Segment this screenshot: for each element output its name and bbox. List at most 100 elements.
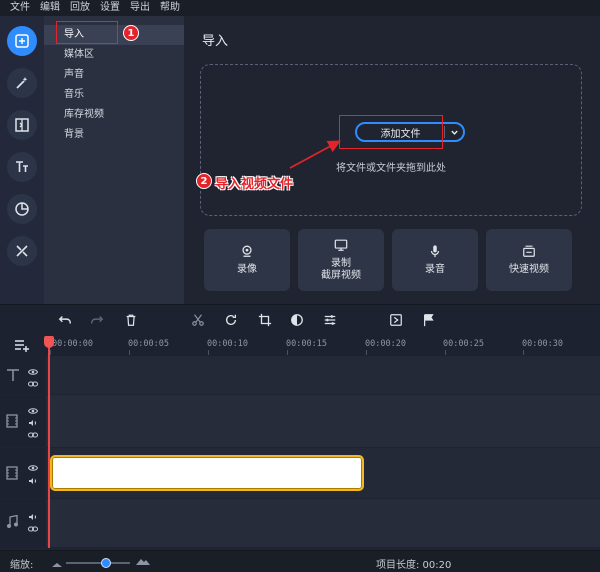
redo-button[interactable]	[90, 313, 104, 327]
menu-file[interactable]: 文件	[10, 0, 30, 16]
link-icon[interactable]	[28, 523, 38, 536]
category-sounds[interactable]: 声音	[44, 65, 184, 85]
ruler-label: 00:00:10	[207, 339, 248, 349]
annotation-number-1: 1	[123, 25, 139, 41]
rail-import-button[interactable]	[7, 26, 37, 56]
frame-export-icon	[390, 314, 402, 326]
magic-wand-icon	[16, 77, 28, 89]
import-panel: 导入 添加文件 将文件或文件夹拖到此处 录像 录制 截屏视频 录音 快速视频	[184, 16, 600, 304]
audio-track-header	[0, 499, 46, 547]
ruler-label: 00:00:20	[365, 339, 406, 349]
crop-button[interactable]	[258, 313, 272, 327]
redo-icon	[91, 316, 104, 324]
ruler-tick	[523, 350, 524, 355]
text-track-header	[0, 356, 46, 394]
tile-label: 录像	[237, 264, 257, 275]
import-icon	[15, 34, 29, 48]
screen-record-icon	[334, 239, 348, 251]
trash-icon	[126, 314, 136, 326]
rail-transitions-button[interactable]	[7, 110, 37, 140]
annotation-box-1	[56, 21, 118, 44]
tile-label: 录制 截屏视频	[321, 258, 361, 281]
chevron-down-icon[interactable]	[445, 128, 463, 137]
quick-video-tile[interactable]: 快速视频	[486, 229, 572, 291]
transitions-icon	[15, 118, 29, 132]
ruler-label: 00:00:00	[52, 339, 93, 349]
ruler-tick	[445, 350, 446, 355]
link-icon[interactable]	[28, 378, 38, 391]
audio-track[interactable]	[46, 499, 600, 547]
link-icon[interactable]	[28, 429, 38, 442]
undo-button[interactable]	[58, 313, 72, 327]
rotate-button[interactable]	[224, 313, 238, 327]
music-note-icon	[6, 514, 18, 532]
video-clip[interactable]	[50, 455, 364, 491]
playhead-line[interactable]	[48, 338, 50, 548]
speaker-icon[interactable]	[28, 475, 38, 488]
stickers-icon	[15, 202, 29, 216]
cut-button[interactable]	[191, 313, 205, 327]
ruler-tick	[129, 350, 130, 355]
playhead-handle[interactable]	[44, 336, 54, 348]
ruler-tick	[366, 350, 367, 355]
flag-icon	[424, 314, 434, 327]
annotation-number-2: 2	[196, 173, 212, 189]
timeline-ruler[interactable]: 00:00:00 00:00:05 00:00:10 00:00:15 00:0…	[0, 334, 600, 356]
tile-label: 快速视频	[509, 264, 549, 275]
zoom-slider-handle[interactable]	[101, 558, 111, 568]
record-screen-tile[interactable]: 录制 截屏视频	[298, 229, 384, 291]
menu-bar: 文件 编辑 回放 设置 导出 帮助	[0, 0, 600, 16]
sliders-icon	[324, 315, 336, 325]
menu-edit[interactable]: 编辑	[40, 0, 60, 16]
category-backgrounds[interactable]: 背景	[44, 125, 184, 145]
ruler-label: 00:00:30	[522, 339, 563, 349]
add-marker-button[interactable]	[422, 313, 436, 327]
annotation-label-2: 导入视频文件	[215, 177, 294, 192]
capture-tiles: 录像 录制 截屏视频 录音 快速视频	[204, 229, 572, 291]
color-adjust-button[interactable]	[290, 313, 304, 327]
menu-export[interactable]: 导出	[130, 0, 150, 16]
zoom-slider-track[interactable]	[66, 562, 130, 564]
menu-playback[interactable]: 回放	[70, 0, 90, 16]
menu-help[interactable]: 帮助	[160, 0, 180, 16]
rail-stickers-button[interactable]	[7, 194, 37, 224]
text-track[interactable]	[46, 356, 600, 394]
menu-settings[interactable]: 设置	[100, 0, 120, 16]
timeline-toolbar	[0, 304, 600, 334]
undo-icon	[58, 316, 71, 324]
clip-properties-button[interactable]	[323, 313, 337, 327]
microphone-icon	[430, 245, 440, 258]
text-track-icon	[6, 368, 20, 385]
record-video-tile[interactable]: 录像	[204, 229, 290, 291]
category-list: 导入 媒体区 声音 音乐 库存视频 背景	[44, 16, 184, 304]
panel-title: 导入	[202, 34, 229, 49]
zoom-out-icon[interactable]	[52, 558, 62, 571]
drop-hint: 将文件或文件夹拖到此处	[336, 163, 446, 174]
delete-button[interactable]	[124, 313, 138, 327]
ruler-tick	[287, 350, 288, 355]
status-bar: 缩放: 项目长度: 00:20	[0, 550, 600, 572]
add-track-icon[interactable]	[14, 338, 30, 355]
quick-video-icon	[523, 245, 535, 257]
overlay-track[interactable]	[46, 395, 600, 447]
rail-titles-button[interactable]	[7, 152, 37, 182]
category-stock-video[interactable]: 库存视频	[44, 105, 184, 125]
tool-rail	[0, 16, 44, 304]
overlay-track-header	[0, 395, 46, 447]
video-track-icon	[6, 466, 18, 483]
annotation-box-2	[339, 115, 443, 149]
rail-tools-button[interactable]	[7, 236, 37, 266]
ruler-label: 00:00:15	[286, 339, 327, 349]
record-audio-tile[interactable]: 录音	[392, 229, 478, 291]
rail-filters-button[interactable]	[7, 68, 37, 98]
zoom-in-icon[interactable]	[136, 556, 150, 569]
scissors-icon	[192, 314, 204, 326]
tile-label: 录音	[425, 264, 445, 275]
eye-icon[interactable]	[27, 462, 39, 475]
color-adjust-icon	[291, 314, 303, 326]
video-track-icon	[6, 414, 18, 431]
category-media-bin[interactable]: 媒体区	[44, 45, 184, 65]
ruler-tick	[50, 350, 51, 355]
export-frame-button[interactable]	[389, 313, 403, 327]
category-music[interactable]: 音乐	[44, 85, 184, 105]
